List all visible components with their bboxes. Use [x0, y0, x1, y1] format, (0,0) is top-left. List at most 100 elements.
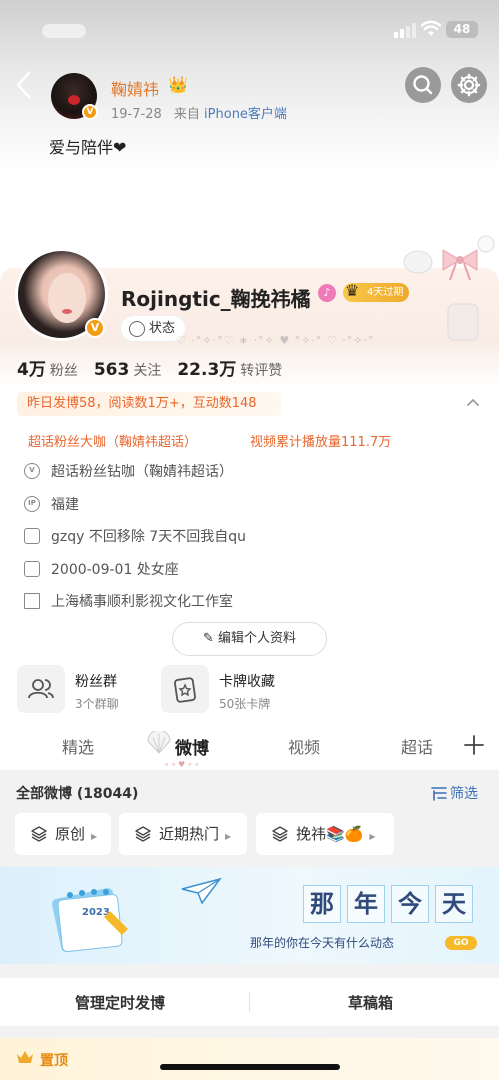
edit-profile-label: 编辑个人资料: [218, 631, 297, 646]
tab-supertopic[interactable]: 超话: [401, 734, 433, 758]
banner-subtitle: 那年的你在今天有什么动态: [250, 936, 395, 950]
drafts-button[interactable]: 草稿箱: [348, 992, 393, 1013]
add-tab-icon[interactable]: [463, 734, 485, 756]
info-row-ip: IP 福建: [24, 493, 79, 515]
building-icon: [24, 593, 40, 609]
info-text: 福建: [51, 497, 79, 513]
tab-weibo[interactable]: 微博: [175, 734, 209, 759]
home-indicator[interactable]: [160, 1064, 340, 1070]
settings-button[interactable]: [451, 67, 487, 103]
chevron-up-icon[interactable]: [467, 397, 479, 409]
info-text: 2000-09-01 处女座: [51, 562, 179, 578]
shell-decoration-icon: [147, 731, 171, 754]
edit-profile-button[interactable]: ✎ 编辑个人资料: [172, 622, 327, 656]
pinned-label: 置顶: [40, 1053, 68, 1069]
vip-badge[interactable]: ♛ 4天过期: [343, 281, 410, 302]
chip-recent-hot[interactable]: 近期热门 ▶: [119, 813, 247, 855]
card-subtitle: 50张卡牌: [219, 697, 271, 711]
tab-video[interactable]: 视频: [288, 734, 320, 758]
post-meta: 19-7-28 来自 iPhone客户端: [111, 103, 287, 122]
info-row-birthday: 2000-09-01 处女座: [24, 558, 179, 580]
banner-char: 年: [347, 885, 385, 923]
profile-stats: 4万 粉丝 563 关注 22.3万 转评赞: [17, 355, 298, 380]
chip-label: 原创: [55, 825, 86, 843]
verified-badge-icon: V: [85, 318, 105, 338]
calendar-icon: [24, 561, 40, 577]
chip-label: 挽祎📚🍊: [296, 825, 364, 843]
achievement-video-plays[interactable]: 视频累计播放量111.7万: [250, 431, 391, 450]
verified-badge-icon: V: [82, 104, 98, 120]
triangle-right-icon: ▶: [91, 832, 98, 841]
banner-char: 天: [435, 885, 473, 923]
calendar-illustration-icon: 2023: [51, 888, 128, 952]
document-icon: [24, 528, 40, 544]
card-title: 粉丝群: [75, 674, 117, 690]
status-label: 状态: [149, 321, 176, 336]
paper-plane-icon: [181, 877, 222, 905]
fans-group-icon: [17, 665, 65, 713]
pencil-icon: ✎: [202, 631, 214, 646]
signal-icon: [394, 22, 416, 38]
card-subtitle: 3个群聊: [75, 697, 119, 711]
membership-icon[interactable]: ♪: [318, 284, 336, 302]
v-badge-icon: V: [24, 463, 40, 479]
triangle-right-icon: ▶: [225, 832, 232, 841]
feed-title: 全部微博 (18044): [16, 786, 139, 802]
stat-engagement-count[interactable]: 22.3万: [177, 355, 236, 380]
info-text: 上海橘事顺利影视文化工作室: [51, 594, 233, 610]
gear-icon: [457, 73, 481, 97]
tab-underline: ∘∘♥∘∘: [164, 760, 202, 769]
info-text: gzqy 不回移除 7天不回我自qu: [51, 529, 246, 545]
battery-indicator: 48: [446, 21, 478, 38]
post-author-name[interactable]: 鞠婧祎: [111, 76, 159, 100]
card-title: 卡牌收藏: [219, 674, 275, 690]
achievement-superfan[interactable]: 超话粉丝大咖（鞠婧祎超话）: [28, 431, 197, 450]
post-source[interactable]: iPhone客户端: [204, 107, 287, 122]
back-icon[interactable]: [10, 68, 38, 102]
info-row-company: 上海橘事顺利影视文化工作室: [24, 590, 233, 612]
search-icon: [413, 75, 433, 95]
info-row-superfan: V 超话粉丝钻咖（鞠婧祎超话）: [24, 460, 233, 482]
filter-icon: [431, 787, 447, 801]
info-row-bio: gzqy 不回移除 7天不回我自qu: [24, 525, 246, 547]
crown-icon: 👑: [168, 75, 188, 94]
post-date: 19-7-28: [111, 107, 162, 122]
chip-custom-group[interactable]: 挽祎📚🍊 ▶: [256, 813, 394, 855]
vip-badge-text: 4天过期: [367, 287, 404, 298]
on-this-day-banner[interactable]: 2023 那 年 今 天 那年的你在今天有什么动态 GO: [0, 867, 499, 964]
status-time: [42, 24, 86, 38]
stat-following-count[interactable]: 563: [94, 360, 130, 380]
daily-summary[interactable]: 昨日发博58，阅读数1万+，互动数148: [17, 392, 281, 416]
post-text: 爱与陪伴❤: [49, 138, 127, 157]
divider: [249, 992, 250, 1012]
stat-following-label[interactable]: 关注: [133, 360, 161, 380]
filter-button[interactable]: 筛选: [431, 783, 478, 803]
status-bar: 48: [0, 0, 499, 60]
pinned-section[interactable]: 置顶: [0, 1038, 499, 1080]
info-text: 超话粉丝钻咖（鞠婧祎超话）: [51, 464, 233, 480]
card-collection-icon: [161, 665, 209, 713]
tab-featured[interactable]: 精选: [62, 734, 94, 758]
filter-label: 筛选: [450, 786, 478, 802]
banner-char: 今: [391, 885, 429, 923]
profile-tabs: 精选 微博 视频 超话: [0, 728, 499, 768]
decoration-strip: ♡ ·°✧·°♡ ∗ ·°✧ ♥ °✧·° ♡ ·°✧·°: [176, 334, 375, 347]
layers-icon: [272, 826, 288, 842]
crown-icon: [17, 1051, 33, 1063]
wifi-icon: [421, 20, 441, 36]
layers-icon: [135, 826, 151, 842]
ip-icon: IP: [24, 496, 40, 512]
post-actions-bar: 管理定时发博 草稿箱: [0, 978, 499, 1026]
stat-fans-label[interactable]: 粉丝: [50, 360, 78, 380]
triangle-right-icon: ▶: [369, 832, 376, 841]
banner-go-button[interactable]: GO: [445, 936, 477, 950]
smiley-icon: [129, 320, 145, 337]
post-source-prefix: 来自: [173, 107, 200, 122]
stat-fans-count[interactable]: 4万: [17, 355, 46, 380]
search-button[interactable]: [405, 67, 441, 103]
chip-original[interactable]: 原创 ▶: [15, 813, 111, 855]
decoration-bow-icon: [403, 235, 495, 341]
scheduled-posts-button[interactable]: 管理定时发博: [75, 992, 165, 1013]
stat-engagement-label[interactable]: 转评赞: [240, 360, 282, 380]
layers-icon: [31, 826, 47, 842]
